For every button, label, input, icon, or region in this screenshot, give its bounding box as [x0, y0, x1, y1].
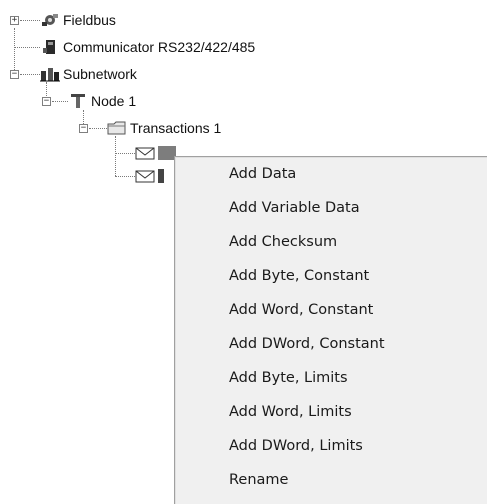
node-icon — [68, 93, 88, 109]
tree-connector — [52, 101, 68, 102]
tree-node-node-1[interactable]: Node 1 — [68, 92, 136, 110]
envelope-icon — [135, 168, 155, 184]
tree-node-label: Fieldbus — [63, 12, 116, 28]
menu-item-add-byte-limits[interactable]: Add Byte, Limits — [175, 361, 487, 394]
context-menu: Add Data Add Variable Data Add Checksum … — [174, 156, 487, 504]
menu-item-add-checksum[interactable]: Add Checksum — [175, 225, 487, 258]
tree-node-label: Communicator RS232/422/485 — [63, 39, 256, 55]
tree-node-label — [158, 169, 164, 183]
menu-item-add-word-limits[interactable]: Add Word, Limits — [175, 395, 487, 428]
tree-connector — [115, 136, 116, 176]
menu-item-rename[interactable]: Rename — [175, 463, 487, 496]
tree-connector — [89, 128, 107, 129]
menu-item-add-dword-constant[interactable]: Add DWord, Constant — [175, 327, 487, 360]
menu-item-add-variable-data[interactable]: Add Variable Data — [175, 191, 487, 224]
tree-connector — [115, 153, 135, 154]
tree-connector — [14, 28, 15, 72]
tree-node-label: Node 1 — [91, 93, 137, 109]
collapse-button-transactions-1[interactable]: − — [79, 124, 88, 133]
expand-button-fieldbus[interactable]: + — [10, 16, 19, 25]
communicator-icon — [40, 39, 60, 55]
tree-node-label: Transactions 1 — [130, 120, 222, 136]
subnetwork-icon — [40, 66, 60, 82]
tree-connector — [20, 74, 40, 75]
tree-node-fieldbus[interactable]: Fieldbus — [40, 11, 116, 29]
envelope-icon — [135, 145, 155, 161]
fieldbus-icon — [40, 12, 60, 28]
menu-item-add-byte-constant[interactable]: Add Byte, Constant — [175, 259, 487, 292]
menu-item-add-dword-limits[interactable]: Add DWord, Limits — [175, 429, 487, 462]
tree-node-transactions-1[interactable]: Transactions 1 — [107, 119, 221, 137]
tree-node-transaction-item[interactable] — [135, 144, 176, 162]
menu-item-add-data[interactable]: Add Data — [175, 157, 487, 190]
collapse-button-node-1[interactable]: − — [42, 97, 51, 106]
tree-node-label: Subnetwork — [63, 66, 137, 82]
folder-icon — [107, 120, 127, 136]
menu-item-add-word-constant[interactable]: Add Word, Constant — [175, 293, 487, 326]
tree-node-subnetwork[interactable]: Subnetwork — [40, 65, 137, 83]
tree-connector — [115, 176, 135, 177]
tree-node-communicator[interactable]: Communicator RS232/422/485 — [40, 38, 255, 56]
tree-connector — [20, 20, 40, 21]
tree-connector — [14, 47, 40, 48]
collapse-button-subnetwork[interactable]: − — [10, 70, 19, 79]
tree-node-transaction-item[interactable] — [135, 167, 164, 185]
